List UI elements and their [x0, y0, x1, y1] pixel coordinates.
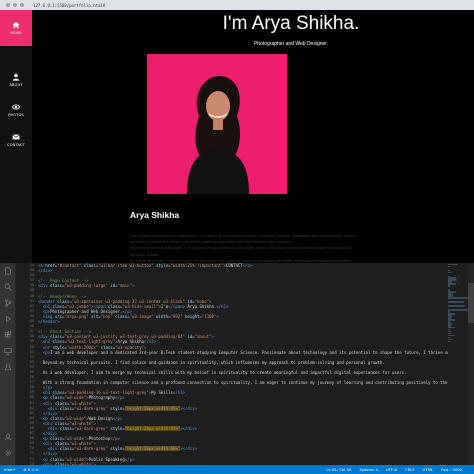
about-line: I am a web developer and a dedicated 3rd…	[130, 234, 356, 238]
profile-photo	[147, 54, 287, 194]
hero-title: I'm Arya Shikha.	[222, 13, 360, 34]
website-preview: HOME ABOUT PHOTOS CONTACT I'm Arya Shikh…	[0, 10, 474, 263]
nav-label-home: HOME	[10, 31, 22, 35]
status-item[interactable]: Port : 5500	[441, 467, 462, 472]
eye-icon	[12, 104, 20, 110]
extensions-icon[interactable]	[0, 327, 16, 343]
browser-toolbar: 127.0.0.1:5500/portfolio.html#	[0, 0, 474, 10]
search-icon[interactable]	[0, 279, 16, 295]
nav-item-photos[interactable]: PHOTOS	[0, 95, 32, 125]
status-bar: main* ⊗ 0 ⚠ 0 Ln 61, Col 50 Spaces: 4 UTF-…	[0, 465, 474, 474]
about-line: personal growth.	[130, 252, 160, 257]
status-problems[interactable]: ⊗ 0 ⚠ 0	[23, 467, 38, 472]
nav-group: ABOUT PHOTOS CONTACT	[0, 65, 32, 155]
minimap-row	[448, 301, 464, 303]
account-icon[interactable]	[0, 429, 16, 445]
line-number-gutter: 34 35 36 37 38 39 40 41 42 43 44 45 46 47 48 49 50 51 52 53…	[16, 263, 38, 465]
user-icon	[12, 73, 20, 81]
code-line[interactable]: With a strong foundation in computer sci…	[38, 380, 458, 385]
forward-icon[interactable]	[13, 3, 17, 7]
remote-explorer-icon[interactable]	[0, 343, 16, 359]
nav-label-photos: PHOTOS	[8, 113, 24, 117]
home-icon	[12, 21, 20, 29]
status-item[interactable]: HTML	[423, 467, 434, 472]
settings-gear-icon[interactable]	[0, 445, 16, 461]
run-debug-icon[interactable]	[0, 311, 16, 327]
about-heading: Arya Shikha	[130, 210, 180, 220]
minimap-row	[448, 309, 468, 311]
code-line[interactable]: <p>I am a web developer and a dedicated …	[38, 350, 458, 355]
about-line: Beyond my technical pursuits, I find sol…	[130, 246, 352, 251]
status-item[interactable]: CRLF	[405, 467, 415, 472]
status-item[interactable]: UTF-8	[386, 467, 397, 472]
hero-subtitle: Photographer and Web Designer.	[253, 41, 329, 47]
status-item[interactable]: Spaces: 4	[359, 467, 377, 472]
minimap[interactable]	[448, 263, 468, 465]
address-bar[interactable]: 127.0.0.1:5500/portfolio.html#	[33, 3, 105, 8]
status-branch[interactable]: main*	[4, 467, 15, 472]
nav-item-contact[interactable]: CONTACT	[0, 125, 32, 155]
activity-bar	[0, 263, 16, 465]
code-editor[interactable]: 34 35 36 37 38 39 40 41 42 43 44 45 46 47 48 49 50 51 52 53…	[16, 263, 474, 465]
nav-label-contact: CONTACT	[7, 143, 25, 147]
explorer-icon[interactable]	[0, 263, 16, 279]
reload-icon[interactable]	[20, 3, 24, 7]
minimap-row	[448, 305, 465, 307]
scroll-thumb[interactable]	[468, 283, 474, 323]
activity-bottom	[0, 429, 16, 461]
site-sidebar: HOME ABOUT PHOTOS CONTACT	[0, 10, 32, 263]
nav-label-about: ABOUT	[9, 83, 23, 87]
vertical-scrollbar[interactable]	[468, 263, 474, 465]
code-area[interactable]: <a href="#contact" class="w3-bar-item w3…	[38, 263, 458, 465]
nav-item-home[interactable]: HOME	[0, 10, 32, 46]
testing-icon[interactable]	[0, 359, 16, 375]
source-control-icon[interactable]	[0, 295, 16, 311]
status-item[interactable]: Ln 61, Col 50	[326, 467, 351, 472]
envelope-icon	[12, 134, 20, 140]
back-icon[interactable]	[6, 3, 10, 7]
minimap-row	[448, 297, 468, 299]
nav-item-about[interactable]: ABOUT	[0, 65, 32, 95]
status-right-group: Ln 61, Col 50 Spaces: 4 UTF-8 CRLF HTML Port …	[326, 467, 470, 472]
about-line: potential to shape the future, I thrive …	[130, 240, 293, 245]
minimap-row	[448, 340, 451, 343]
code-line[interactable]: As a web developer, I aim to merge my te…	[38, 370, 458, 375]
